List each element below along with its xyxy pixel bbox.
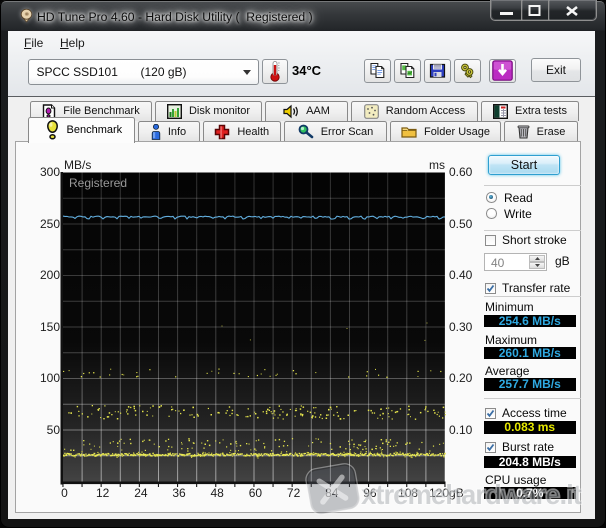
- svg-text:xtremehardware.it: xtremehardware.it: [361, 479, 582, 510]
